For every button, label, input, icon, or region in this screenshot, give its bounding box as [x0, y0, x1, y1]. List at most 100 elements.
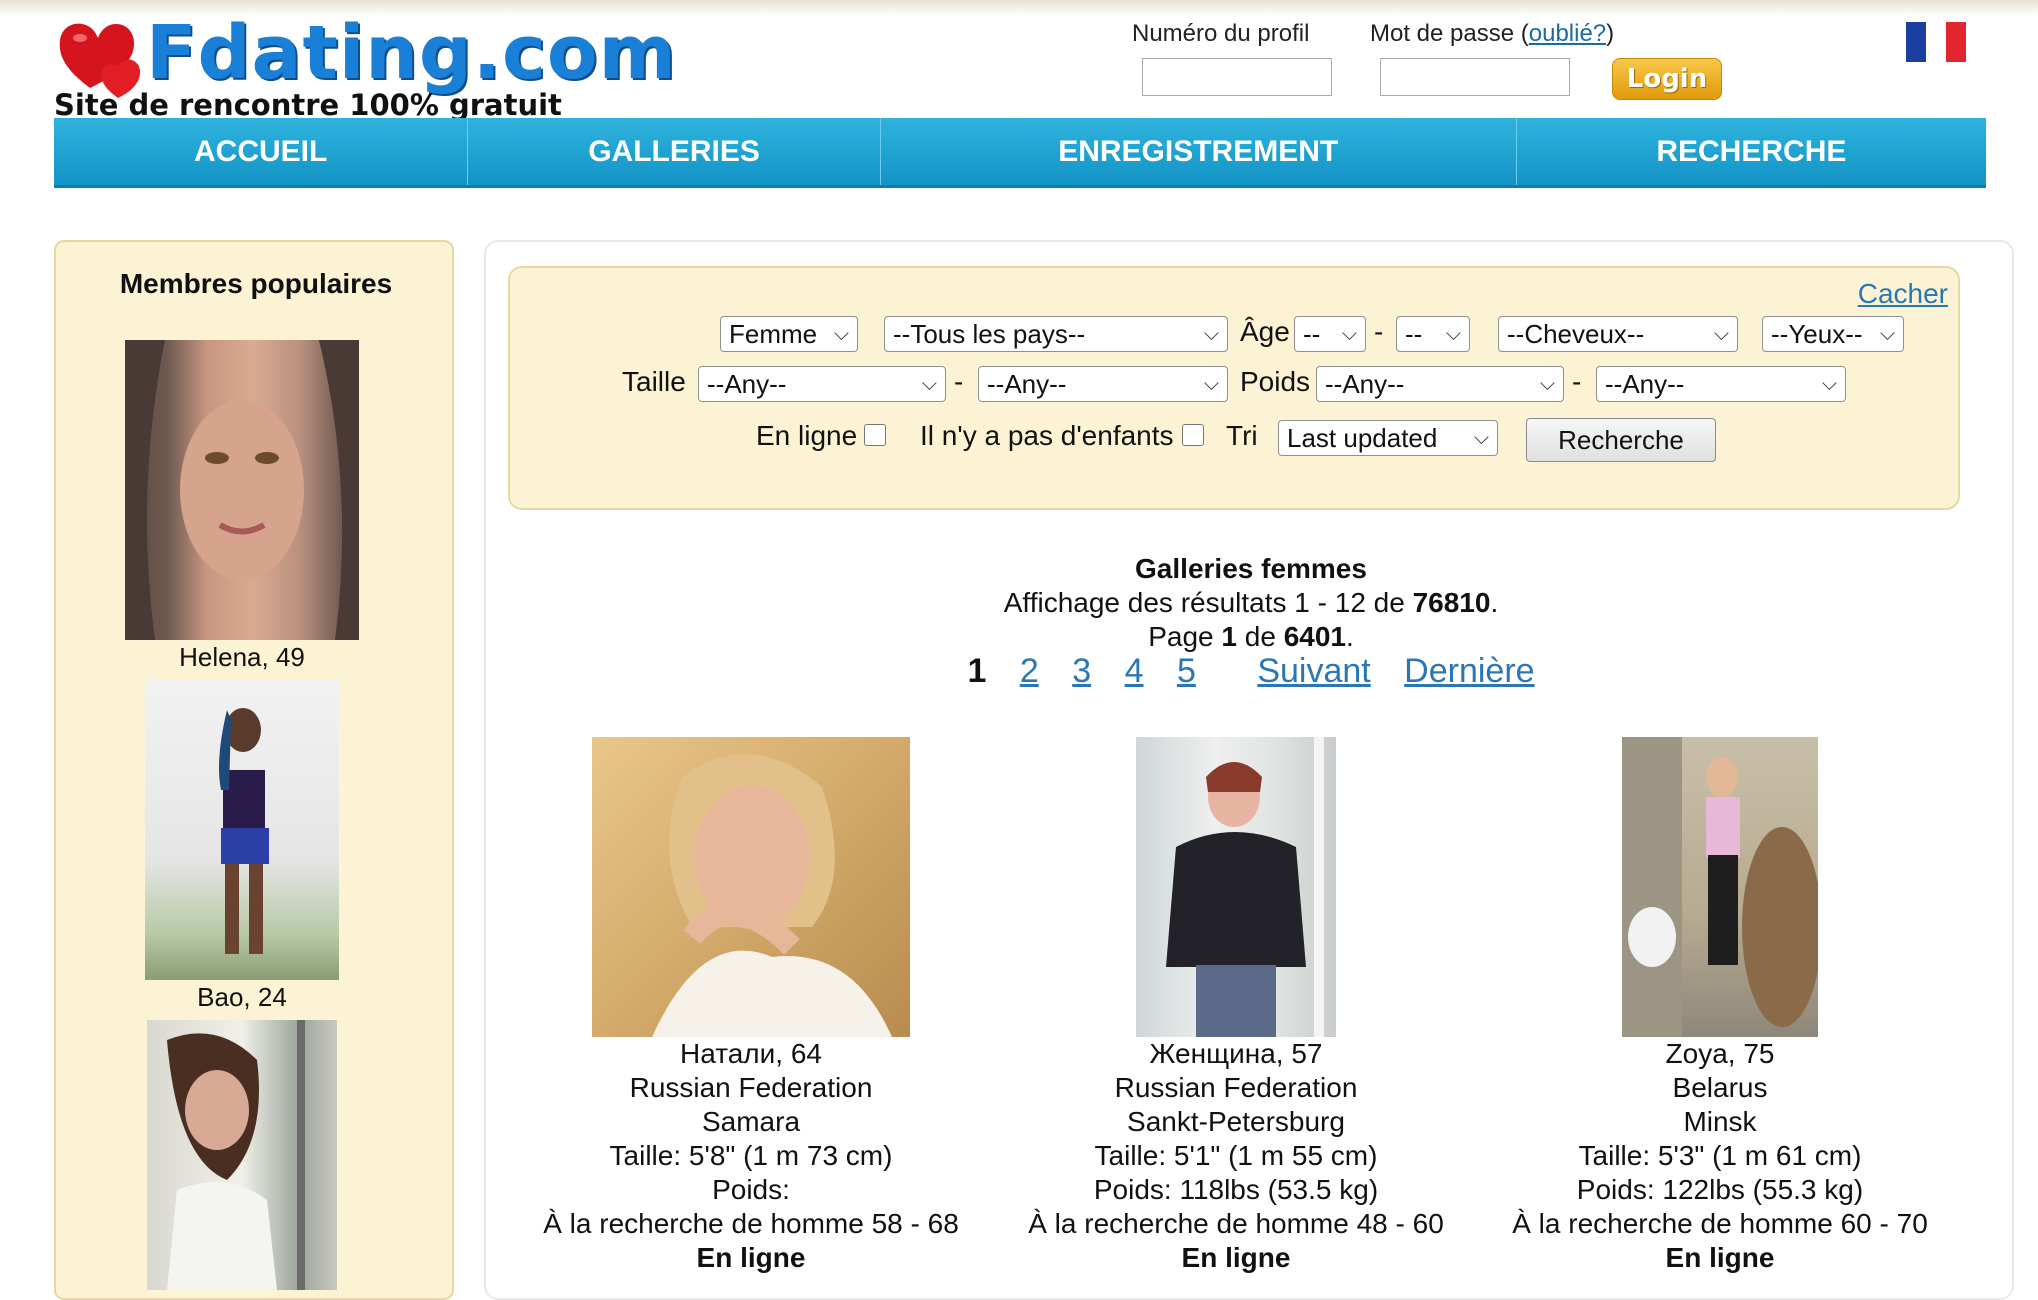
age-label: Âge	[1240, 316, 1290, 347]
card-city: Samara	[701, 1106, 801, 1137]
no-children-label: Il n'y a pas d'enfants	[920, 420, 1174, 451]
nav-accueil[interactable]: ACCUEIL	[54, 118, 469, 185]
profile-photo-image	[1622, 737, 1818, 1037]
weight-from-select[interactable]: --Any-- ⌵	[1316, 366, 1564, 402]
height-label: Taille	[622, 366, 686, 397]
forgot-password-link[interactable]: oublié?	[1529, 20, 1606, 47]
sidebar-title: Membres populaires	[119, 268, 393, 299]
chevron-down-icon: ⌵	[1341, 323, 1357, 345]
card-weight: Poids: 118lbs (53.5 kg)	[1093, 1174, 1379, 1205]
main-content: Cacher Femme ⌵ --Tous les pays-- ⌵ Âge -- ⌵…	[484, 240, 2014, 1300]
page-link[interactable]: 2	[1020, 652, 1039, 690]
next-page-link[interactable]: Suivant	[1257, 652, 1370, 690]
chevron-down-icon: ⌵	[1445, 323, 1461, 345]
card-weight: Poids:	[712, 1174, 790, 1205]
member-photo-image	[219, 708, 269, 954]
member-photo[interactable]	[125, 340, 359, 640]
online-checkbox[interactable]	[864, 424, 886, 446]
member-name[interactable]: Bao, 24	[144, 982, 340, 1013]
results-header: Galleries femmes Affichage des résultats…	[486, 552, 2016, 654]
card-country: Belarus	[1672, 1072, 1768, 1103]
chevron-down-icon: ⌵	[1713, 323, 1729, 345]
card-height: Taille: 5'1" (1 m 55 cm)	[1094, 1140, 1378, 1171]
site-logo[interactable]: Fdating.com Site de rencontre 100% gratu…	[52, 12, 676, 122]
chevron-down-icon: ⌵	[1539, 373, 1555, 395]
pagination: 1 2 3 4 5 Suivant Dernière	[486, 652, 2016, 691]
card-city: Minsk	[1683, 1106, 1757, 1137]
search-panel: Cacher Femme ⌵ --Tous les pays-- ⌵ Âge -- ⌵…	[508, 266, 1960, 510]
gallery-title: Galleries femmes	[1135, 553, 1367, 584]
card-name[interactable]: Женщина, 57	[996, 1037, 1476, 1071]
weight-to-select[interactable]: --Any-- ⌵	[1596, 366, 1846, 402]
age-to-select[interactable]: -- ⌵	[1396, 316, 1470, 352]
online-label: En ligne	[756, 420, 858, 451]
page-link[interactable]: 4	[1125, 652, 1144, 690]
member-photo-image	[125, 340, 359, 640]
search-button[interactable]: Recherche	[1526, 418, 1716, 462]
hide-search-link[interactable]: Cacher	[1858, 278, 1948, 310]
profile-photo[interactable]	[592, 737, 910, 1037]
profile-photo-image	[652, 754, 892, 1037]
sort-label: Tri	[1226, 420, 1258, 451]
results-summary: Affichage des résultats 1 - 12 de 76810.	[1003, 587, 1499, 618]
nav-galleries[interactable]: GALLERIES	[468, 118, 881, 185]
profile-number-label: Numéro du profil	[1132, 20, 1310, 47]
nav-enregistrement[interactable]: ENREGISTREMENT	[881, 118, 1517, 185]
card-online-status: En ligne	[1181, 1242, 1291, 1273]
login-button[interactable]: Login	[1612, 58, 1722, 100]
hair-select[interactable]: --Cheveux-- ⌵	[1498, 316, 1738, 352]
profile-card[interactable]: Натали, 64 Russian Federation Samara Tai…	[511, 737, 991, 1275]
age-from-select[interactable]: -- ⌵	[1294, 316, 1366, 352]
profile-photo[interactable]	[1136, 737, 1336, 1037]
sort-select[interactable]: Last updated ⌵	[1278, 420, 1498, 456]
profile-card[interactable]: Женщина, 57 Russian Federation Sankt-Pet…	[996, 737, 1476, 1275]
card-seeking: À la recherche de homme 60 - 70	[1512, 1208, 1928, 1239]
profile-number-input[interactable]	[1142, 58, 1332, 96]
member-name[interactable]: Helena, 49	[124, 642, 360, 673]
weight-dash: -	[1572, 366, 1582, 397]
card-seeking: À la recherche de homme 58 - 68	[543, 1208, 959, 1239]
chevron-down-icon: ⌵	[1203, 373, 1219, 395]
french-flag-icon[interactable]	[1906, 22, 1966, 62]
member-photo[interactable]	[145, 680, 339, 980]
card-name[interactable]: Натали, 64	[511, 1037, 991, 1071]
brand-name: Fdating.com	[146, 10, 677, 96]
card-country: Russian Federation	[1114, 1072, 1358, 1103]
last-page-link[interactable]: Dernière	[1404, 652, 1534, 690]
member-photo-image	[167, 1020, 305, 1290]
popular-member[interactable]: Helena, 49	[124, 340, 360, 673]
card-seeking: À la recherche de homme 48 - 60	[1028, 1208, 1444, 1239]
height-from-select[interactable]: --Any-- ⌵	[698, 366, 946, 402]
no-children-checkbox[interactable]	[1182, 424, 1204, 446]
chevron-down-icon: ⌵	[921, 373, 937, 395]
chevron-down-icon: ⌵	[833, 323, 849, 345]
chevron-down-icon: ⌵	[1879, 323, 1895, 345]
member-photo[interactable]	[147, 1020, 337, 1290]
profile-photo[interactable]	[1622, 737, 1818, 1037]
profile-card[interactable]: Zoya, 75 Belarus Minsk Taille: 5'3" (1 m…	[1480, 737, 1960, 1275]
age-dash: -	[1374, 316, 1384, 347]
popular-member[interactable]: Bao, 24	[144, 680, 340, 1013]
weight-label: Poids	[1240, 366, 1311, 397]
page-link[interactable]: 5	[1177, 652, 1196, 690]
card-online-status: En ligne	[1665, 1242, 1775, 1273]
gender-select[interactable]: Femme ⌵	[720, 316, 858, 352]
tagline: Site de rencontre 100% gratuit	[54, 88, 562, 122]
nav-recherche[interactable]: RECHERCHE	[1517, 118, 1986, 185]
password-label: Mot de passe (oublié?)	[1370, 20, 1615, 47]
chevron-down-icon: ⌵	[1821, 373, 1837, 395]
chevron-down-icon: ⌵	[1473, 427, 1489, 449]
country-select[interactable]: --Tous les pays-- ⌵	[884, 316, 1228, 352]
height-to-select[interactable]: --Any-- ⌵	[978, 366, 1228, 402]
chevron-down-icon: ⌵	[1203, 323, 1219, 345]
popular-members-panel: Membres populaires Helena, 49 Bao, 24	[54, 240, 454, 1300]
page-link[interactable]: 3	[1072, 652, 1091, 690]
eyes-select[interactable]: --Yeux-- ⌵	[1762, 316, 1904, 352]
profile-photo-image	[1166, 737, 1324, 1037]
card-height: Taille: 5'3" (1 m 61 cm)	[1578, 1140, 1862, 1171]
password-input[interactable]	[1380, 58, 1570, 96]
page-summary: Page 1 de 6401.	[1148, 621, 1354, 652]
popular-member[interactable]	[146, 1020, 338, 1292]
card-height: Taille: 5'8" (1 m 73 cm)	[609, 1140, 893, 1171]
card-name[interactable]: Zoya, 75	[1480, 1037, 1960, 1071]
